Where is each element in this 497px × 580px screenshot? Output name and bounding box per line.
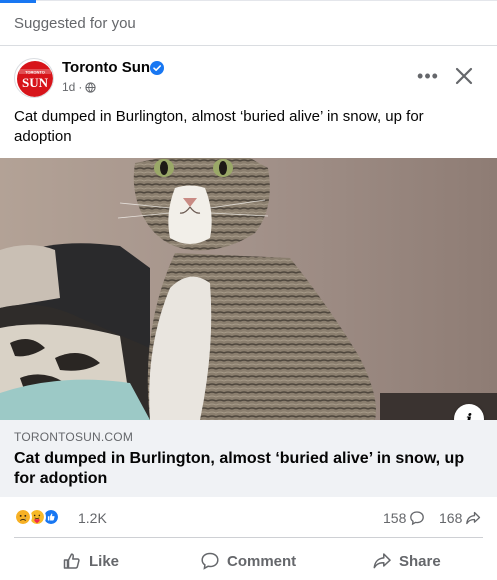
post-timestamp[interactable]: 1d [62,80,75,94]
share-icon [373,553,391,569]
share-arrow-icon [466,511,481,525]
share-button[interactable]: Share [372,546,441,576]
page-name[interactable]: Toronto Sun [62,59,150,76]
link-preview-image[interactable] [0,158,497,420]
post-meta: 1d · [62,80,96,94]
comment-bubble-icon [410,511,425,526]
meta-separator: · [78,80,83,94]
top-border [0,0,497,1]
share-button-label: Share [399,552,441,570]
comment-count-value: 158 [383,510,407,526]
sad-reaction-icon [14,508,32,526]
comment-button[interactable]: Comment [200,546,296,576]
reaction-icons[interactable] [14,508,60,526]
like-button-label: Like [89,552,120,570]
more-options-button[interactable]: ••• [414,62,442,90]
more-icon: ••• [417,65,439,86]
page-avatar[interactable]: TORONTO SUN [14,58,54,98]
share-count-value: 168 [439,510,463,526]
logo-small-text: TORONTO [25,70,45,75]
active-tab-indicator [0,0,36,3]
suggested-label: Suggested for you [14,15,136,32]
cat-photo [0,158,497,420]
link-title[interactable]: Cat dumped in Burlington, almost ‘buried… [14,449,474,489]
comment-count[interactable]: 158 [383,510,425,526]
share-count[interactable]: 168 [439,510,481,526]
post-caption: Cat dumped in Burlington, almost ‘buried… [14,108,424,145]
actions-divider [14,537,483,538]
logo-text: SUN [22,75,49,90]
globe-icon [85,81,96,93]
hide-post-button[interactable] [450,62,478,90]
reaction-count[interactable]: 1.2K [78,510,107,526]
link-domain: TORONTOSUN.COM [14,430,134,444]
toronto-sun-logo: TORONTO SUN [17,61,53,97]
verified-badge-icon [150,61,164,75]
like-button[interactable]: Like [62,546,119,576]
close-icon [455,67,473,85]
thumbs-up-icon [63,553,80,569]
comment-icon [201,552,219,570]
comment-button-label: Comment [227,552,297,570]
header-divider [0,45,497,46]
